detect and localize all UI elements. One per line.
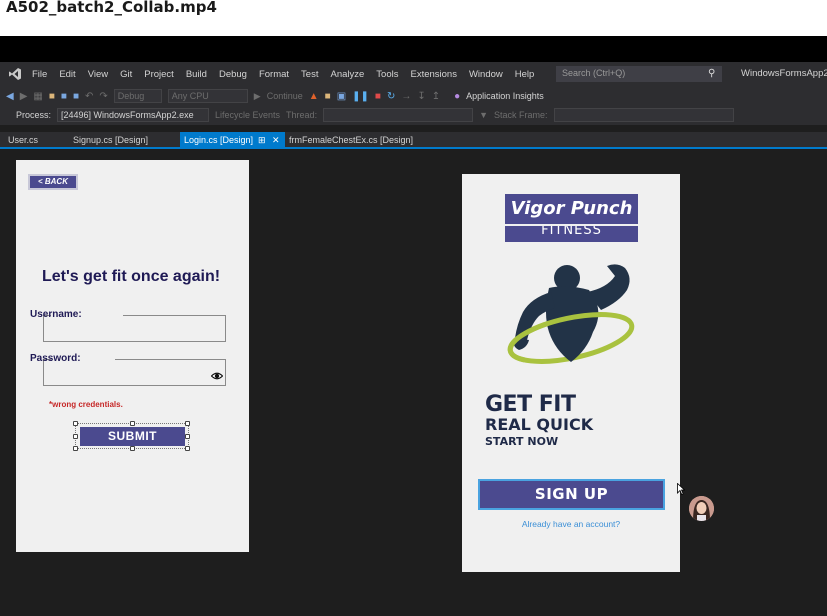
process-dropdown[interactable]: [24496] WindowsFormsApp2.exe [57, 108, 210, 122]
search-icon[interactable]: ⚲ [708, 68, 715, 79]
navigate-forward-icon[interactable]: ▶ [20, 91, 28, 102]
thread-dropdown[interactable] [323, 108, 474, 122]
menu-bar: File Edit View Git Project Build Debug F… [0, 62, 827, 86]
pause-icon[interactable]: ❚❚ [352, 91, 369, 102]
resize-handle[interactable] [73, 421, 78, 426]
participant-avatar [689, 496, 714, 521]
vigor-punch-logo: Vigor Punch FITNESS [505, 194, 638, 242]
stop-icon[interactable]: ■ [375, 91, 381, 102]
resize-handle[interactable] [185, 446, 190, 451]
application-insights-button[interactable]: Application Insights [466, 91, 544, 101]
menu-debug[interactable]: Debug [219, 69, 247, 80]
open-folder-icon[interactable]: ■ [49, 91, 55, 102]
continue-play-icon[interactable]: ▶ [254, 91, 261, 102]
login-heading: Let's get fit once again! [42, 268, 221, 285]
designer-surface: < BACK Let's get fit once again! Usernam… [0, 149, 827, 616]
stack-frame-label: Stack Frame: [494, 110, 548, 120]
lifecycle-events-button[interactable]: Lifecycle Events [215, 110, 280, 120]
search-input[interactable]: Search (Ctrl+Q) [556, 66, 722, 82]
submit-selection-frame: SUBMIT [73, 421, 190, 451]
menu-view[interactable]: View [88, 69, 108, 80]
screen: A502_batch2_Collab.mp4 File Edit View Gi… [0, 0, 827, 616]
resize-handle[interactable] [130, 446, 135, 451]
error-message: *wrong credentials. [49, 400, 123, 409]
bodybuilder-logo-icon [507, 264, 635, 364]
resize-handle[interactable] [185, 421, 190, 426]
real-quick-text: REAL QUICK [485, 415, 594, 434]
new-project-icon[interactable]: ▦ [33, 91, 42, 102]
platform-dropdown[interactable]: Any CPU [167, 89, 248, 103]
resize-handle[interactable] [185, 434, 190, 439]
stack-frame-dropdown[interactable] [553, 108, 734, 122]
standard-toolbar: ◀ ▶ ▦ ■ ■ ■ ↶ ↷ Debug Any CPU ▶ Continue… [0, 86, 827, 106]
process-label: Process: [16, 110, 52, 120]
password-label: Password: [30, 353, 81, 364]
already-have-account-link[interactable]: Already have an account? [462, 519, 680, 529]
visual-studio-logo-icon [9, 68, 21, 80]
continue-button[interactable]: Continue [267, 91, 303, 101]
menu-file[interactable]: File [32, 69, 47, 80]
field-border [123, 315, 226, 316]
video-title: A502_batch2_Collab.mp4 [6, 0, 217, 16]
menu-git[interactable]: Git [120, 69, 132, 80]
video-top-band [0, 36, 827, 62]
hot-reload-icon[interactable]: ▲ [309, 91, 319, 102]
back-button[interactable]: < BACK [28, 174, 78, 190]
step-out-icon[interactable]: ↥ [432, 91, 440, 102]
menu-format[interactable]: Format [259, 69, 289, 80]
menu-build[interactable]: Build [186, 69, 207, 80]
menu-analyze[interactable]: Analyze [330, 69, 364, 80]
step-into-icon[interactable]: → [401, 91, 411, 102]
restart-icon[interactable]: ↻ [387, 91, 395, 102]
menu-help[interactable]: Help [515, 69, 535, 80]
menu-window[interactable]: Window [469, 69, 503, 80]
menu-extensions[interactable]: Extensions [410, 69, 456, 80]
redo-icon[interactable]: ↷ [99, 91, 107, 102]
submit-button[interactable]: SUBMIT [80, 427, 185, 446]
signup-form[interactable]: Vigor Punch FITNESS GET FIT REAL QUICK S… [462, 174, 680, 572]
get-fit-text: GET FIT [485, 392, 576, 417]
screenshot-icon[interactable]: ▣ [337, 91, 346, 102]
field-border [115, 359, 226, 360]
navigate-back-icon[interactable]: ◀ [6, 91, 14, 102]
visual-studio-window: File Edit View Git Project Build Debug F… [0, 62, 827, 616]
save-all-icon[interactable]: ■ [73, 91, 79, 102]
username-label: Username: [30, 309, 82, 320]
login-form[interactable]: < BACK Let's get fit once again! Usernam… [16, 160, 249, 552]
open-in-explorer-icon[interactable]: ■ [325, 91, 331, 102]
menu-edit[interactable]: Edit [59, 69, 75, 80]
logo-title: Vigor Punch [510, 198, 633, 219]
thread-label: Thread: [286, 110, 318, 120]
configuration-dropdown[interactable]: Debug [113, 89, 162, 103]
resize-handle[interactable] [73, 434, 78, 439]
logo-divider [505, 224, 638, 226]
show-password-eye-icon[interactable] [211, 370, 223, 382]
step-over-icon[interactable]: ↧ [417, 91, 425, 102]
solution-name: WindowsFormsApp2 [732, 62, 827, 86]
save-icon[interactable]: ■ [61, 91, 67, 102]
menu-tools[interactable]: Tools [376, 69, 398, 80]
tab-login-design-label: Login.cs [Design] [184, 135, 254, 145]
debug-location-toolbar: Process: [24496] WindowsFormsApp2.exe Li… [0, 105, 827, 125]
menu-project[interactable]: Project [144, 69, 174, 80]
application-insights-icon[interactable]: ● [454, 91, 460, 102]
participant-face-icon [689, 496, 714, 521]
mouse-cursor-icon [677, 483, 685, 495]
resize-handle[interactable] [130, 421, 135, 426]
undo-icon[interactable]: ↶ [85, 91, 93, 102]
filter-icon[interactable]: ▼ [479, 110, 488, 120]
start-now-text: START NOW [485, 435, 559, 448]
menu-test[interactable]: Test [301, 69, 318, 80]
resize-handle[interactable] [73, 446, 78, 451]
sign-up-button[interactable]: SIGN UP [478, 479, 665, 510]
